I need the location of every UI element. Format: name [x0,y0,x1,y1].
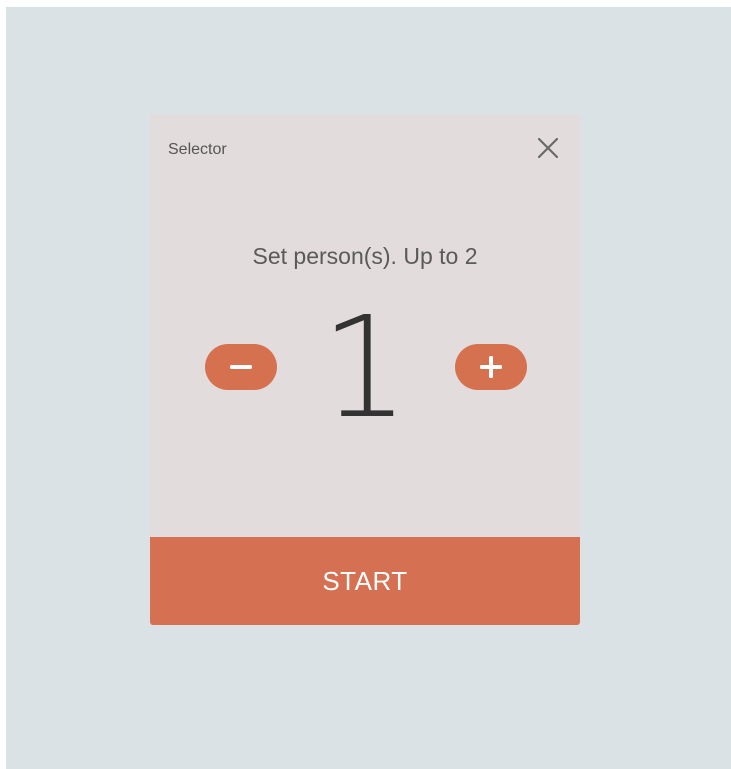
dialog-title: Selector [168,141,227,158]
plus-icon [480,356,502,378]
increment-button[interactable] [455,344,527,390]
close-button[interactable] [536,136,560,160]
selector-dialog: Selector Set person(s). Up to 2 1 START [150,114,580,625]
screen-background: Selector Set person(s). Up to 2 1 START [6,7,731,769]
close-icon [537,137,559,159]
start-button[interactable]: START [150,537,580,625]
prompt-text: Set person(s). Up to 2 [252,243,478,269]
